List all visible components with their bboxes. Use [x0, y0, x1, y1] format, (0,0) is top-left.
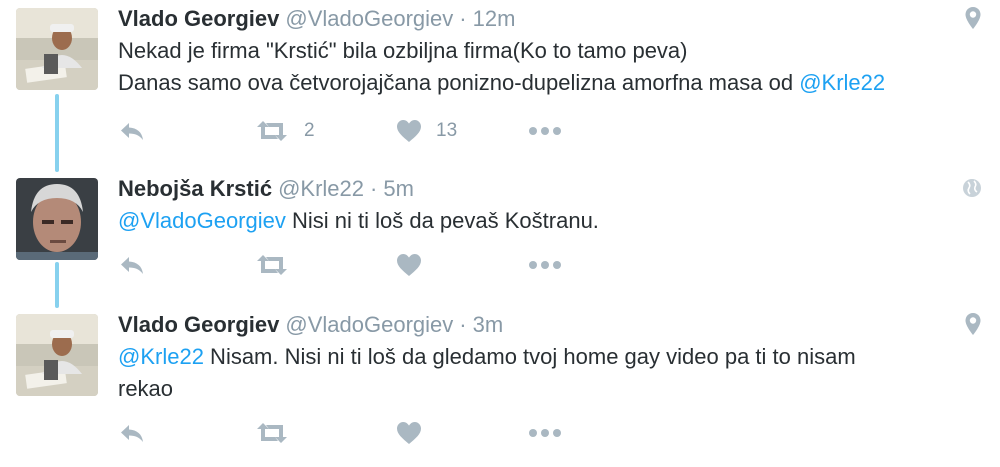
tweet-text-segment: Danas samo ova četvorojajčana ponizno-du…	[118, 70, 800, 95]
user-handle[interactable]: @VladoGeorgiev	[285, 6, 453, 31]
like-count: 13	[436, 120, 458, 141]
heart-icon	[396, 253, 422, 277]
heart-icon	[396, 119, 422, 143]
reply-button[interactable]	[118, 116, 146, 146]
like-button[interactable]	[396, 250, 436, 280]
retweet-button[interactable]: 2	[254, 116, 315, 146]
location-pin-icon[interactable]	[964, 6, 982, 35]
retweet-icon	[254, 120, 290, 142]
tweet-text-line: Nekad je firma "Krstić" bila ozbiljna fi…	[118, 38, 688, 63]
tweet[interactable]: Vlado Georgiev @VladoGeorgiev · 3m @Krle22 …	[0, 306, 1000, 467]
separator-dot: ·	[459, 6, 467, 31]
mention-link[interactable]: @Krle22	[799, 70, 885, 95]
more-icon	[528, 260, 562, 270]
tweet-header: Vlado Georgiev @VladoGeorgiev · 3m	[118, 312, 503, 338]
mention-link[interactable]: @Krle22	[118, 344, 204, 369]
tweet-actions	[118, 250, 618, 280]
tweet-text-line: Danas samo ova četvorojajčana ponizno-du…	[118, 67, 978, 99]
tweet-text-segment: Nisam. Nisi ni ti loš da gledamo tvoj ho…	[203, 344, 856, 369]
separator-dot: ·	[370, 176, 378, 201]
tweet[interactable]: Nebojša Krstić @Krle22 · 5m @VladoGeorgiev …	[0, 170, 1000, 300]
globe-icon[interactable]	[962, 178, 982, 203]
reply-icon	[118, 254, 146, 276]
retweet-count: 2	[304, 120, 315, 141]
avatar[interactable]	[16, 8, 98, 90]
retweet-icon	[254, 422, 290, 444]
tweet-text: @Krle22 Nisam. Nisi ni ti loš da gledamo…	[118, 341, 978, 405]
tweet-text: Nekad je firma "Krstić" bila ozbiljna fi…	[118, 35, 978, 99]
user-handle[interactable]: @Krle22	[278, 176, 364, 201]
reply-button[interactable]	[118, 250, 146, 280]
avatar[interactable]	[16, 314, 98, 396]
heart-icon	[396, 421, 422, 445]
more-button[interactable]	[528, 116, 562, 146]
location-pin-icon[interactable]	[964, 312, 982, 341]
more-icon	[528, 126, 562, 136]
tweet-header: Vlado Georgiev @VladoGeorgiev · 12m	[118, 6, 515, 32]
more-icon	[528, 428, 562, 438]
timestamp[interactable]: 5m	[383, 176, 414, 201]
tweet-actions	[118, 418, 618, 448]
retweet-button[interactable]	[254, 418, 304, 448]
like-button[interactable]	[396, 418, 436, 448]
tweet-text-line: @VladoGeorgiev Nisi ni ti loš da pevaš K…	[118, 205, 978, 237]
user-handle[interactable]: @VladoGeorgiev	[285, 312, 453, 337]
retweet-button[interactable]	[254, 250, 304, 280]
more-button[interactable]	[528, 250, 562, 280]
more-button[interactable]	[528, 418, 562, 448]
tweet-actions: 2 13	[118, 116, 618, 146]
reply-icon	[118, 422, 146, 444]
tweet-header: Nebojša Krstić @Krle22 · 5m	[118, 176, 414, 202]
reply-button[interactable]	[118, 418, 146, 448]
like-button[interactable]: 13	[396, 116, 457, 146]
timestamp[interactable]: 12m	[473, 6, 516, 31]
retweet-icon	[254, 254, 290, 276]
tweet-text-segment: Nisi ni ti loš da pevaš Koštranu.	[285, 208, 599, 233]
tweet-text: @VladoGeorgiev Nisi ni ti loš da pevaš K…	[118, 205, 978, 237]
tweet[interactable]: Vlado Georgiev @VladoGeorgiev · 12m Nekad j…	[0, 0, 1000, 160]
separator-dot: ·	[459, 312, 467, 337]
avatar[interactable]	[16, 178, 98, 260]
reply-icon	[118, 120, 146, 142]
timestamp[interactable]: 3m	[473, 312, 504, 337]
tweet-text-line: @Krle22 Nisam. Nisi ni ti loš da gledamo…	[118, 341, 978, 373]
mention-link[interactable]: @VladoGeorgiev	[118, 208, 286, 233]
display-name[interactable]: Vlado Georgiev	[118, 312, 279, 337]
display-name[interactable]: Nebojša Krstić	[118, 176, 272, 201]
display-name[interactable]: Vlado Georgiev	[118, 6, 279, 31]
tweet-text-line: rekao	[118, 376, 174, 401]
